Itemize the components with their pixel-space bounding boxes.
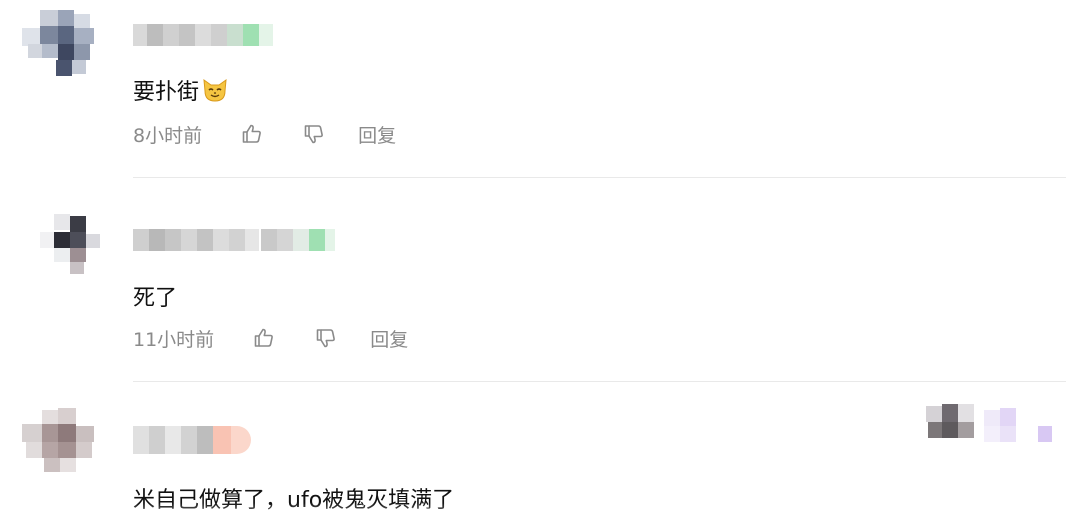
comment-meta: 8小时前 回复 [133,121,396,147]
timestamp: 11小时前 [133,328,215,351]
avatar[interactable] [22,10,102,90]
thumbs-down-icon[interactable] [302,122,326,146]
comment-text: 死了 [133,280,177,312]
avatar[interactable] [22,408,102,488]
reply-button[interactable]: 回复 [370,325,408,352]
avatar[interactable] [38,212,118,292]
thumbs-up-icon[interactable] [252,326,276,350]
bottom-fade [0,503,1080,525]
reply-button[interactable]: 回复 [358,121,396,148]
thumbs-up-icon[interactable] [240,122,264,146]
thumbs-down-icon[interactable] [314,326,338,350]
comment-meta: 11小时前 回复 [133,325,408,351]
comment-text-content: 死了 [133,286,178,311]
comment-text-content: 要扑街 [133,80,200,105]
divider [133,177,1066,178]
cat-face-emoji-icon [203,78,227,102]
comment-text: 要扑街 [133,74,229,106]
divider [133,381,1066,382]
timestamp: 8小时前 [133,124,203,147]
